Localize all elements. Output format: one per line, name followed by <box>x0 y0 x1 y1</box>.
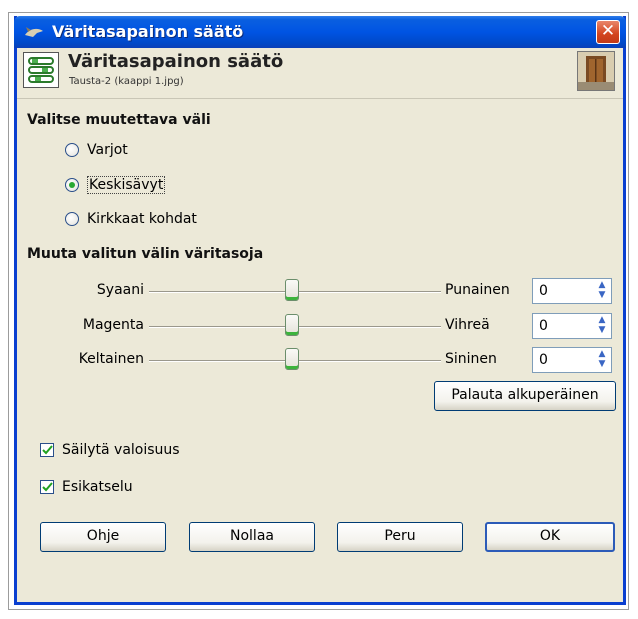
slider-magenta-green: Magenta Vihreä 0 ▲ ▼ <box>17 313 623 341</box>
close-icon: ✕ <box>600 21 616 41</box>
reset-button[interactable]: Nollaa <box>189 522 315 552</box>
cyan-red-spinbox[interactable]: 0 ▲ ▼ <box>532 278 612 304</box>
cancel-button[interactable]: Peru <box>337 522 463 552</box>
dialog-header: Väritasapainon säätö Tausta-2 (kaappi 1.… <box>17 48 623 99</box>
button-label: Nollaa <box>230 528 274 544</box>
preserve-luminosity-checkbox[interactable]: Säilytä valoisuus <box>40 440 180 460</box>
checkbox-label: Säilytä valoisuus <box>62 442 180 458</box>
slider-cyan-red: Syaani Punainen 0 ▲ ▼ <box>17 278 623 306</box>
button-label: Peru <box>384 528 416 544</box>
radio-label: Kirkkaat kohdat <box>87 211 197 227</box>
window-title: Väritasapainon säätö <box>52 22 244 41</box>
radio-button-selected[interactable] <box>65 178 79 192</box>
checkbox-label: Esikatselu <box>62 479 133 495</box>
button-label: OK <box>539 528 561 544</box>
radio-midtones[interactable]: Keskisävyt <box>65 174 166 196</box>
spin-arrows-icon[interactable]: ▲ ▼ <box>594 315 610 337</box>
radio-button[interactable] <box>65 212 79 226</box>
close-button[interactable]: ✕ <box>596 20 620 44</box>
radio-button[interactable] <box>65 143 79 157</box>
title-bar[interactable]: Väritasapainon säätö ✕ <box>14 16 626 48</box>
dialog-heading: Väritasapainon säätö <box>68 51 284 72</box>
button-label: Ohje <box>86 528 120 544</box>
spin-value: 0 <box>539 283 548 299</box>
slider-handle[interactable] <box>285 279 299 301</box>
yellow-blue-spinbox[interactable]: 0 ▲ ▼ <box>532 347 612 373</box>
range-section-title: Valitse muutettava väli <box>27 112 211 128</box>
spin-arrows-icon[interactable]: ▲ ▼ <box>594 280 610 302</box>
radio-label: Varjot <box>87 142 128 158</box>
checkbox[interactable] <box>40 480 54 494</box>
levels-section-title: Muuta valitun välin väritasoja <box>27 246 264 262</box>
checkmark-icon <box>42 445 53 455</box>
preview-checkbox[interactable]: Esikatselu <box>40 477 133 497</box>
help-button[interactable]: Ohje <box>40 522 166 552</box>
slider-left-label: Magenta <box>82 317 144 333</box>
radio-highlights[interactable]: Kirkkaat kohdat <box>65 208 197 230</box>
spin-value: 0 <box>539 318 548 334</box>
slider-right-label: Vihreä <box>445 317 490 333</box>
radio-label: Keskisävyt <box>87 176 166 194</box>
slider-handle[interactable] <box>285 348 299 370</box>
slider-left-label: Syaani <box>96 282 144 298</box>
checkbox[interactable] <box>40 443 54 457</box>
spin-value: 0 <box>539 352 548 368</box>
slider-right-label: Punainen <box>445 282 510 298</box>
slider-yellow-blue: Keltainen Sininen 0 ▲ ▼ <box>17 347 623 375</box>
color-balance-dialog: Väritasapainon säätö ✕ Väritasapainon sä… <box>14 16 626 605</box>
gimp-wilber-icon <box>25 27 43 37</box>
radio-shadows[interactable]: Varjot <box>65 139 128 161</box>
spin-arrows-icon[interactable]: ▲ ▼ <box>594 349 610 371</box>
checkmark-icon <box>42 482 53 492</box>
ok-button[interactable]: OK <box>485 522 615 552</box>
color-balance-icon <box>23 52 59 88</box>
slider-left-label: Keltainen <box>78 351 144 367</box>
image-thumbnail <box>577 51 615 91</box>
layer-name: Tausta-2 (kaappi 1.jpg) <box>69 76 184 87</box>
slider-handle[interactable] <box>285 314 299 336</box>
magenta-green-spinbox[interactable]: 0 ▲ ▼ <box>532 313 612 339</box>
restore-original-button[interactable]: Palauta alkuperäinen <box>434 381 616 411</box>
slider-right-label: Sininen <box>445 351 497 367</box>
